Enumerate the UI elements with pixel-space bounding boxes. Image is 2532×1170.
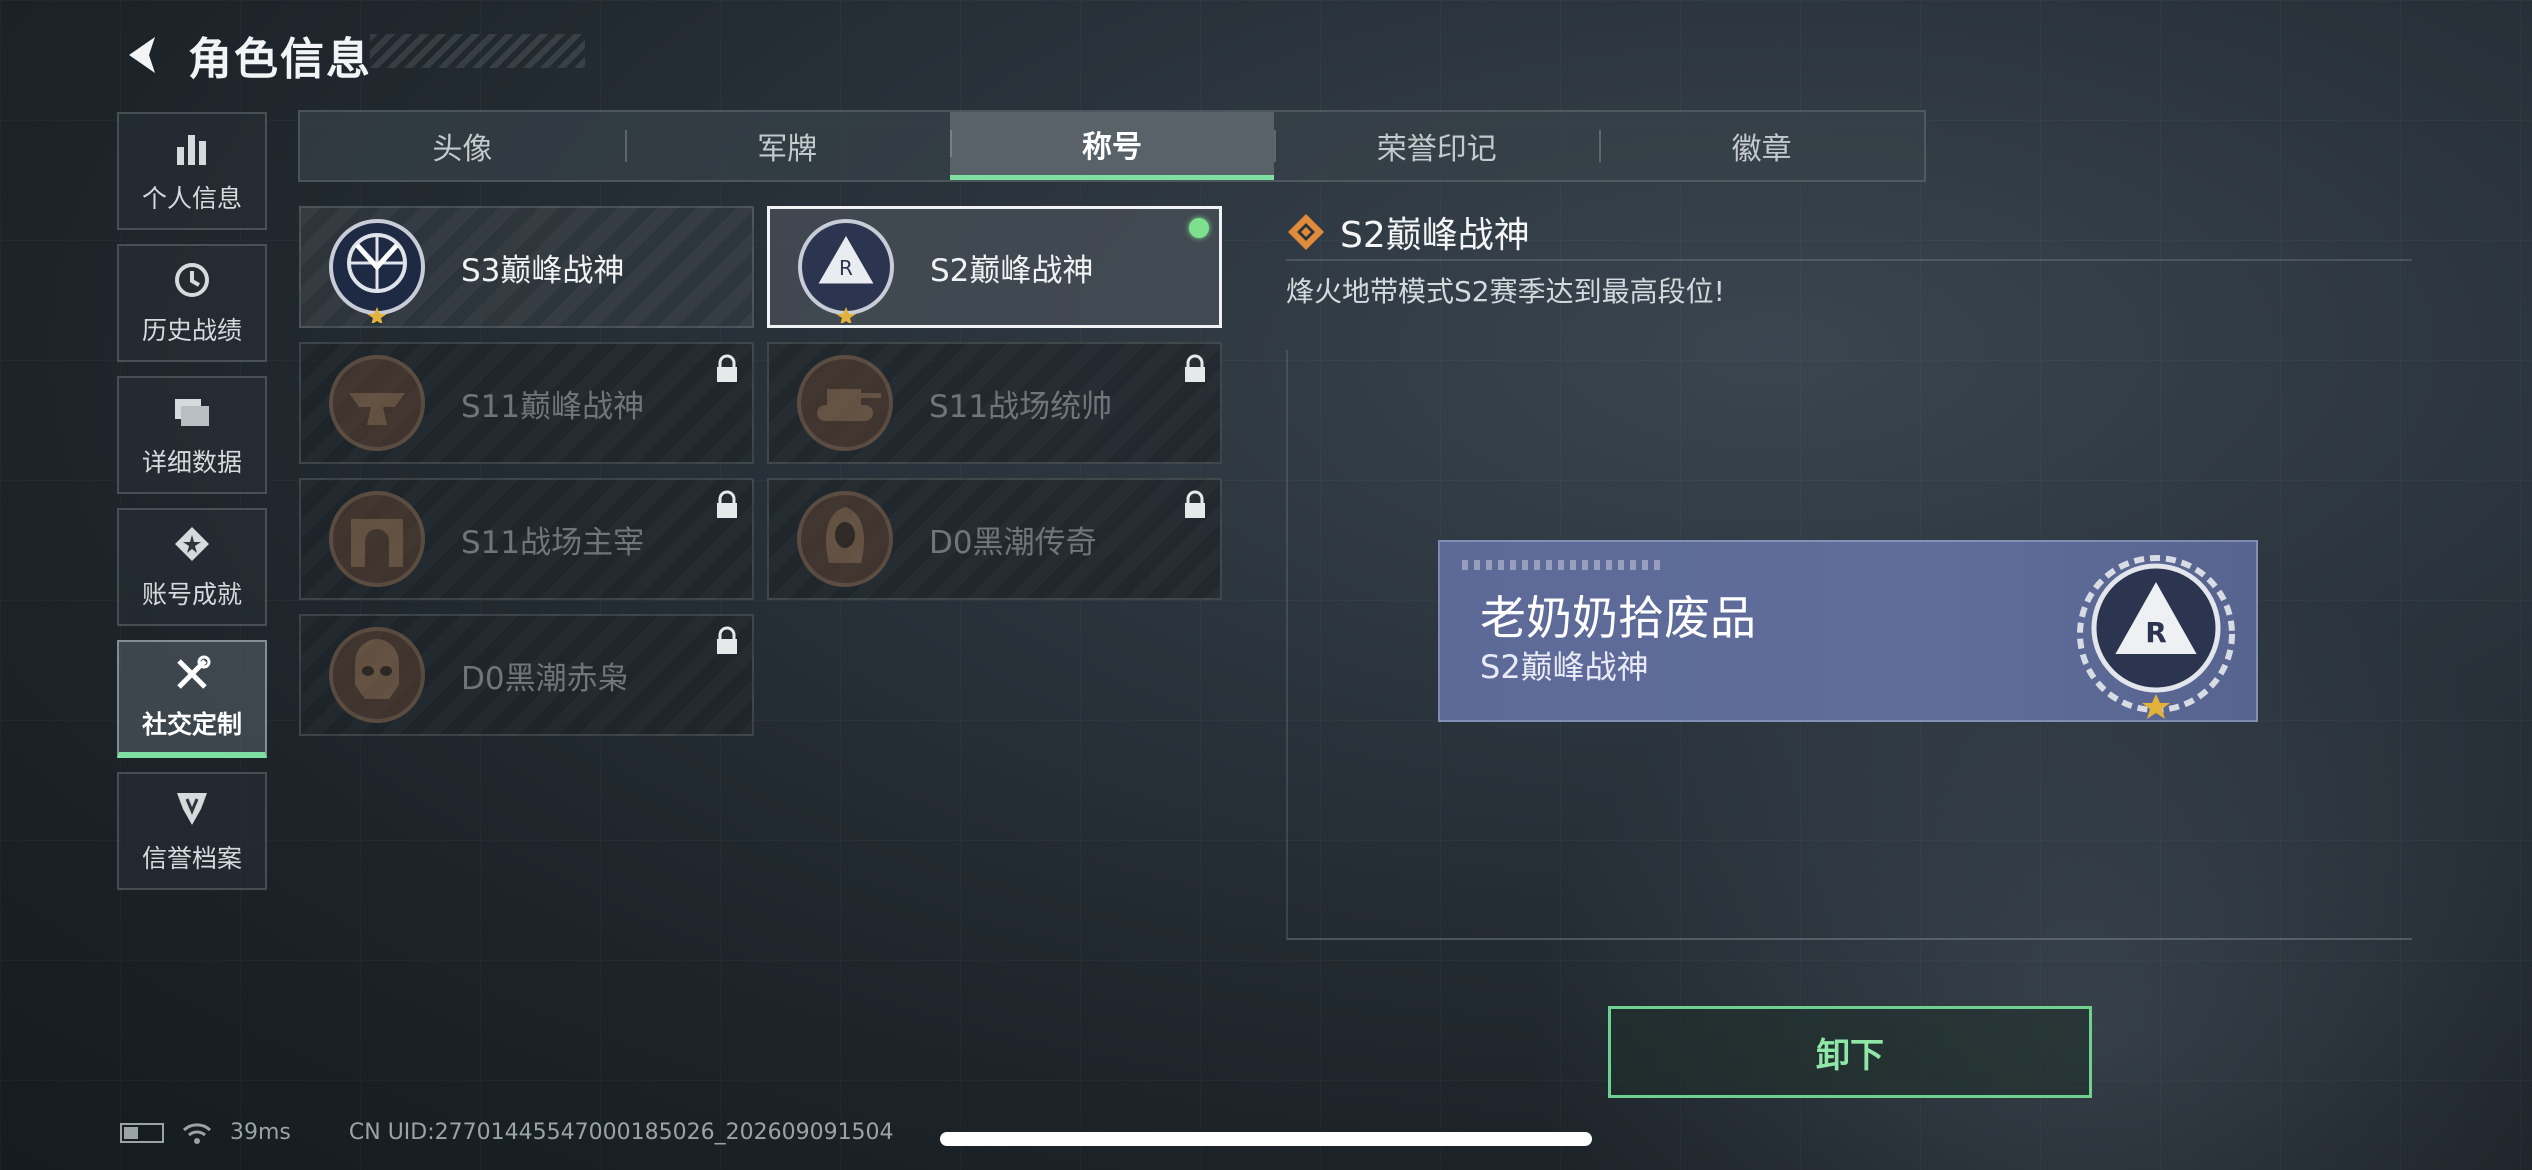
lock-icon — [717, 626, 737, 654]
title-card-s2-peak[interactable]: R S2巅峰战神 — [767, 206, 1222, 328]
title-name: S3巅峰战神 — [461, 252, 625, 289]
title-name: S11战场统帅 — [929, 388, 1113, 425]
history-clock-icon — [175, 263, 209, 297]
nav-item-label: 个人信息 — [141, 184, 242, 213]
globe-eagle-emblem-icon — [329, 219, 425, 323]
page-title: 角色信息 — [188, 34, 372, 85]
nav-item-social-custom[interactable]: 社交定制 — [117, 640, 267, 758]
wifi-icon — [182, 1122, 212, 1144]
uid-text: CN UID:27701445547000185026_202609091504 — [348, 1120, 894, 1145]
nameplate-player-name: 老奶奶拾废品 — [1480, 591, 1756, 645]
equipped-indicator — [1189, 218, 1209, 238]
nav-item-label: 历史战绩 — [141, 316, 242, 345]
nav-item-label: 详细数据 — [141, 448, 242, 477]
lock-icon — [717, 354, 737, 382]
tab-avatar[interactable]: 头像 — [300, 112, 625, 180]
title-decoration — [370, 34, 585, 68]
tab-dog-tag[interactable]: 军牌 — [624, 112, 950, 180]
nav-item-detailed-data[interactable]: 详细数据 — [117, 376, 267, 494]
svg-text:R: R — [2145, 616, 2167, 649]
home-indicator[interactable] — [940, 1132, 1592, 1146]
title-card-d0-legend[interactable]: D0黑潮传奇 — [767, 478, 1222, 600]
triangle-r-emblem-icon: R — [2077, 555, 2235, 719]
title-name: S2巅峰战神 — [930, 252, 1094, 289]
tab-honor-mark[interactable]: 荣誉印记 — [1274, 112, 1599, 180]
status-bar: 39ms CN UID:27701445547000185026_2026090… — [120, 1120, 894, 1145]
side-nav: 个人信息 历史战绩 详细数据 账号成就 社交定制 信誉档案 — [117, 112, 267, 904]
title-name: S11巅峰战神 — [461, 388, 645, 425]
title-card-s3-peak[interactable]: S3巅峰战神 — [299, 206, 754, 328]
nav-item-label: 社交定制 — [141, 710, 242, 739]
nav-item-personal-info[interactable]: 个人信息 — [117, 112, 267, 230]
skull-mask-emblem-icon — [329, 627, 425, 723]
svg-text:R: R — [839, 256, 853, 280]
title-card-s11-dominator[interactable]: S11战场主宰 — [299, 478, 754, 600]
credit-shield-icon — [177, 793, 207, 825]
detail-title: S2巅峰战神 — [1340, 215, 1530, 256]
title-card-s11-peak[interactable]: S11巅峰战神 — [299, 342, 754, 464]
anvil-emblem-icon — [329, 355, 425, 451]
tab-badge[interactable]: 徽章 — [1599, 112, 1924, 180]
title-name: S11战场主宰 — [461, 524, 645, 561]
tab-title[interactable]: 称号 — [949, 112, 1275, 180]
title-card-d0-red-owl[interactable]: D0黑潮赤枭 — [299, 614, 754, 736]
bar-chart-icon — [177, 135, 206, 165]
category-tabs: 头像 军牌 称号 荣誉印记 徽章 — [298, 110, 1926, 182]
lock-icon — [1185, 490, 1205, 518]
nav-item-label: 账号成就 — [141, 580, 242, 609]
diamond-icon — [1288, 214, 1324, 250]
battery-icon — [120, 1122, 164, 1143]
nameplate-title: S2巅峰战神 — [1480, 648, 1649, 686]
nav-item-achievements[interactable]: 账号成就 — [117, 508, 267, 626]
back-chevron-icon[interactable] — [118, 32, 164, 78]
achievement-badge-icon — [175, 527, 209, 561]
nameplate-decoration — [1462, 560, 1662, 570]
hooded-figure-emblem-icon — [797, 491, 893, 587]
arch-emblem-icon — [329, 491, 425, 587]
page-header: 角色信息 — [118, 20, 372, 90]
detail-description: 烽火地带模式S2赛季达到最高段位! — [1286, 275, 1725, 308]
title-name: D0黑潮赤枭 — [461, 660, 629, 697]
ping-value: 39ms — [230, 1120, 291, 1145]
nav-item-match-history[interactable]: 历史战绩 — [117, 244, 267, 362]
nameplate-preview: 老奶奶拾废品 S2巅峰战神 R — [1438, 540, 2258, 722]
title-name: D0黑潮传奇 — [929, 524, 1097, 561]
lock-icon — [1185, 354, 1205, 382]
lock-icon — [717, 490, 737, 518]
nav-item-credit-file[interactable]: 信誉档案 — [117, 772, 267, 890]
nav-item-label: 信誉档案 — [141, 844, 242, 873]
triangle-r-emblem-icon: R — [798, 219, 894, 323]
tank-emblem-icon — [797, 355, 893, 451]
title-card-s11-commander[interactable]: S11战场统帅 — [767, 342, 1222, 464]
detail-header: S2巅峰战神 — [1286, 205, 2412, 261]
folder-stack-icon — [175, 399, 209, 426]
unequip-button[interactable]: 卸下 — [1608, 1006, 2092, 1098]
tools-wrench-icon — [177, 655, 211, 689]
